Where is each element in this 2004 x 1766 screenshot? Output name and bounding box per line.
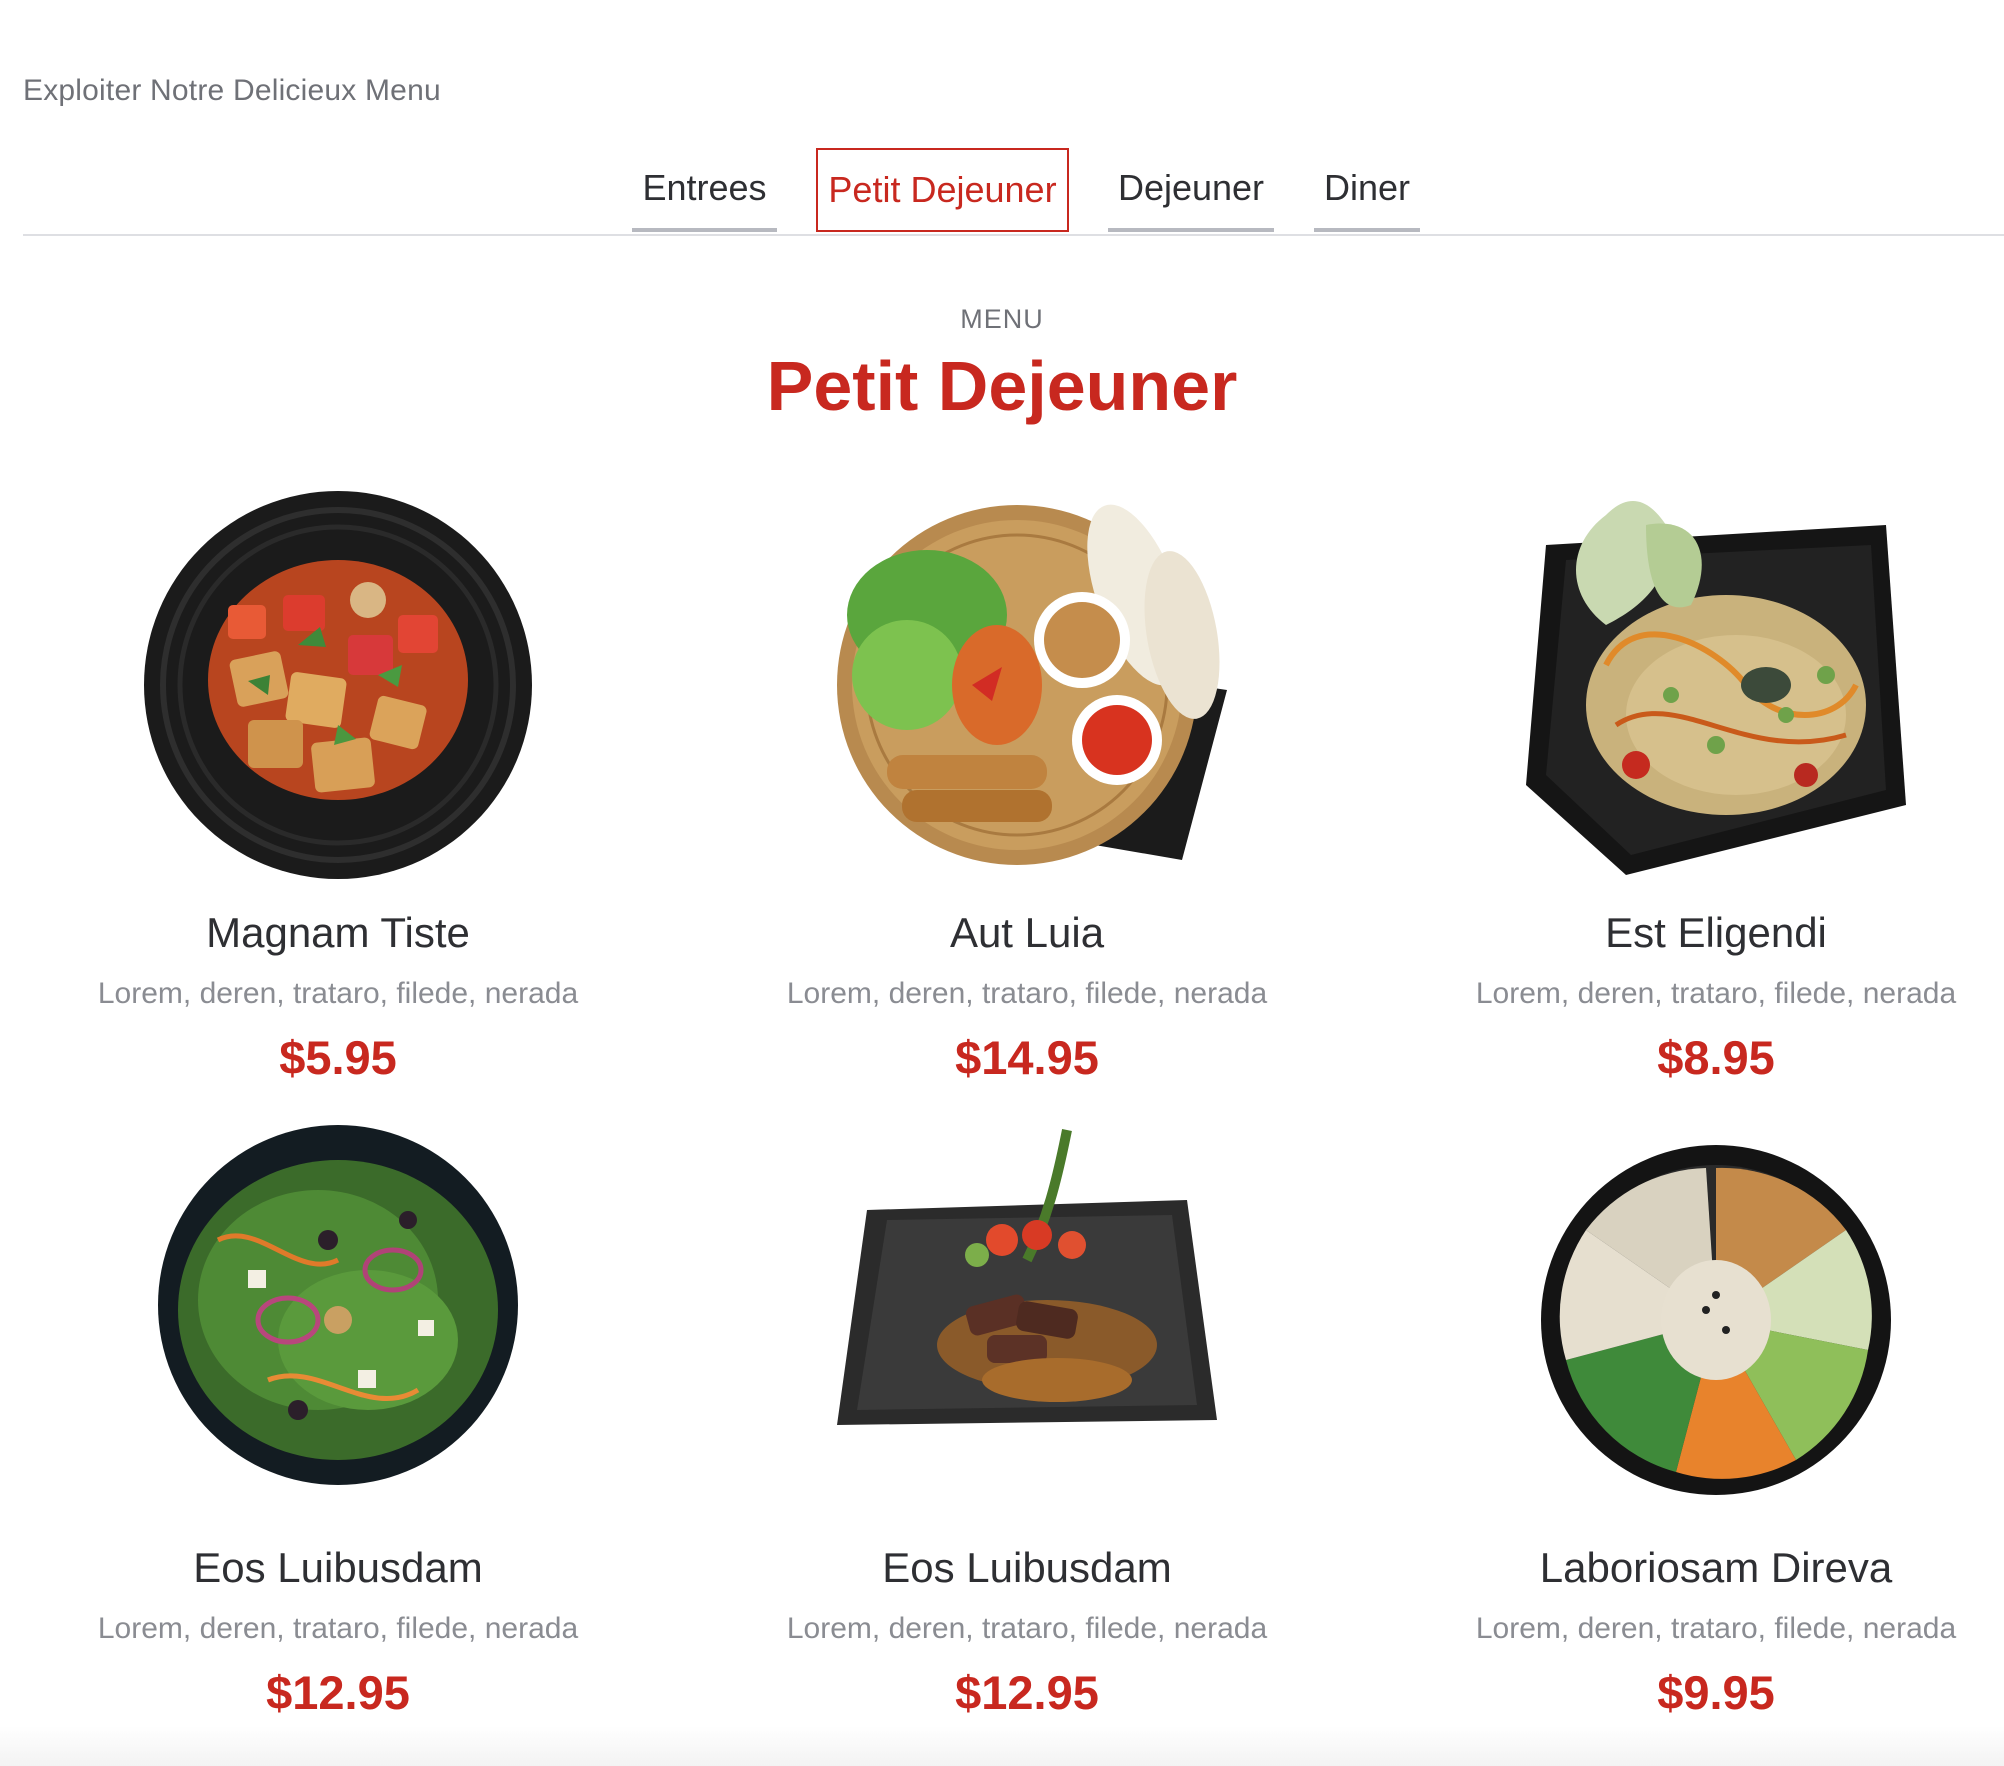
menu-item[interactable]: Est Eligendi Lorem, deren, trataro, file… — [1416, 485, 2004, 1085]
menu-item[interactable]: Laboriosam Direva Lorem, deren, trataro,… — [1416, 1120, 2004, 1720]
item-name: Aut Luia — [949, 909, 1105, 956]
menu-item[interactable]: Magnam Tiste Lorem, deren, trataro, file… — [38, 485, 638, 1085]
green-salad-bowl-image — [158, 1125, 518, 1485]
menu-item[interactable]: Eos Luibusdam Lorem, deren, trataro, fil… — [38, 1120, 638, 1720]
item-price: $14.95 — [955, 1031, 1099, 1084]
beef-slate-plate-image — [837, 1129, 1217, 1425]
item-name: Eos Luibusdam — [882, 1544, 1172, 1591]
item-description: Lorem, deren, trataro, filede, nerada — [1475, 1612, 1957, 1645]
menu-page: Exploiter Notre Delicieux Menu Entrees P… — [0, 0, 2004, 1766]
tab-petit-dejeuner[interactable]: Petit Dejeuner — [816, 148, 1069, 232]
tofu-bowl-image — [144, 491, 532, 879]
item-name: Magnam Tiste — [206, 909, 470, 956]
item-description: Lorem, deren, trataro, filede, nerada — [786, 977, 1268, 1010]
menu-item[interactable]: Eos Luibusdam Lorem, deren, trataro, fil… — [727, 1120, 1327, 1720]
item-price: $9.95 — [1657, 1666, 1775, 1719]
item-price: $8.95 — [1657, 1031, 1775, 1084]
item-description: Lorem, deren, trataro, filede, nerada — [97, 1612, 579, 1645]
item-name: Laboriosam Direva — [1539, 1544, 1893, 1591]
item-name: Eos Luibusdam — [193, 1544, 483, 1591]
item-price: $12.95 — [266, 1666, 410, 1719]
section-subtitle: Exploiter Notre Delicieux Menu — [23, 74, 441, 107]
menu-item[interactable]: Aut Luia Lorem, deren, trataro, filede, … — [727, 485, 1327, 1085]
item-price: $5.95 — [279, 1031, 397, 1084]
item-description: Lorem, deren, trataro, filede, nerada — [1475, 977, 1957, 1010]
poke-bowl-image — [1541, 1145, 1891, 1495]
item-description: Lorem, deren, trataro, filede, nerada — [97, 977, 579, 1010]
spring-roll-basket-image — [837, 504, 1227, 865]
menu-section-title: Petit Dejeuner — [766, 347, 1238, 425]
item-price: $12.95 — [955, 1666, 1099, 1719]
tab-dejeuner[interactable]: Dejeuner — [1108, 148, 1274, 232]
item-description: Lorem, deren, trataro, filede, nerada — [786, 1612, 1268, 1645]
menu-tabs: Entrees Petit Dejeuner Dejeuner Diner — [23, 148, 2004, 236]
item-name: Est Eligendi — [1605, 909, 1827, 956]
tab-diner[interactable]: Diner — [1314, 148, 1420, 232]
menu-eyebrow: MENU — [960, 304, 1044, 334]
bottom-fade — [0, 1726, 2004, 1766]
papaya-salad-plate-image — [1526, 501, 1906, 875]
tab-entrees[interactable]: Entrees — [632, 148, 777, 232]
